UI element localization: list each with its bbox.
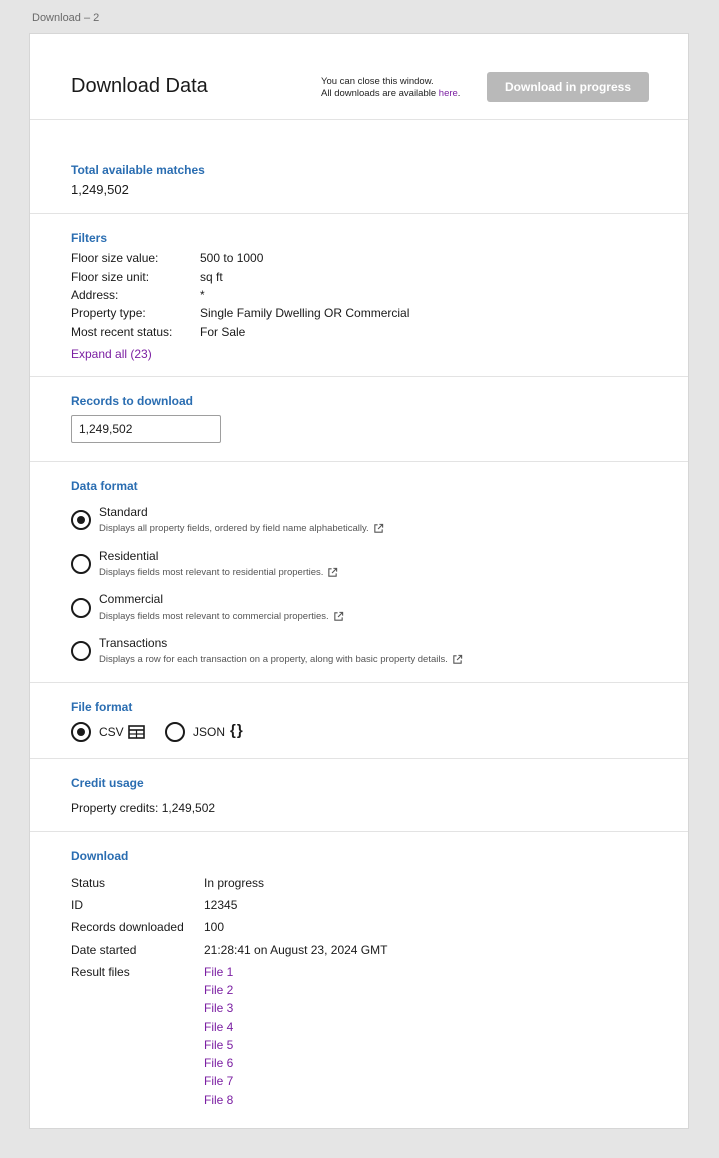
expand-all-link[interactable]: Expand all (23): [71, 347, 152, 361]
credit-title: Credit usage: [71, 776, 144, 790]
id-label: ID: [71, 898, 83, 912]
file-format-section: File format CSV JSON {}: [30, 683, 688, 759]
option-desc-text: Displays fields most relevant to commerc…: [99, 611, 329, 623]
date-started-label: Date started: [71, 943, 137, 957]
radio-transactions[interactable]: [71, 641, 91, 661]
close-note-line1: You can close this window.: [321, 76, 434, 87]
table-icon: [128, 725, 145, 739]
external-link-icon[interactable]: [327, 567, 338, 578]
records-title: Records to download: [71, 394, 194, 408]
filter-label: Address:: [71, 288, 119, 302]
data-format-title: Data format: [71, 479, 138, 493]
file-link[interactable]: File 6: [204, 1056, 233, 1070]
credit-section: Credit usage Property credits: 1,249,502: [30, 759, 688, 832]
id-value: 12345: [204, 898, 238, 912]
close-note-prefix: All downloads are available: [321, 88, 439, 99]
downloads-here-link[interactable]: here: [439, 88, 458, 99]
file-link[interactable]: File 8: [204, 1093, 233, 1107]
status-value: In progress: [204, 876, 265, 890]
external-link-icon[interactable]: [333, 611, 344, 622]
close-note-suffix: .: [457, 88, 461, 99]
header: Download Data You can close this window.…: [30, 34, 688, 120]
filter-value: *: [200, 288, 205, 302]
download-in-progress-button[interactable]: Download in progress: [487, 72, 649, 102]
download-card: Download Data You can close this window.…: [29, 33, 689, 1129]
filters-title: Filters: [71, 231, 108, 245]
option-transactions-label[interactable]: Transactions: [99, 636, 167, 650]
frame-label: Download – 2: [32, 12, 100, 24]
matches-value: 1,249,502: [71, 182, 129, 197]
file-link[interactable]: File 2: [204, 983, 233, 997]
file-link[interactable]: File 1: [204, 965, 233, 979]
file-link[interactable]: File 5: [204, 1038, 233, 1052]
records-input[interactable]: [71, 415, 221, 443]
json-label[interactable]: JSON: [193, 725, 225, 739]
filter-label: Property type:: [71, 306, 146, 320]
download-section: Download Status In progress ID 12345 Rec…: [30, 832, 688, 1122]
external-link-icon[interactable]: [452, 654, 463, 665]
records-downloaded-value: 100: [204, 920, 225, 934]
option-desc-text: Displays fields most relevant to residen…: [99, 567, 324, 579]
matches-title: Total available matches: [71, 163, 205, 177]
credit-text: Property credits: 1,249,502: [71, 801, 216, 815]
external-link-icon[interactable]: [373, 523, 384, 534]
filter-value: sq ft: [200, 270, 223, 284]
data-format-section: Data format Standard Displays all proper…: [30, 462, 688, 683]
records-downloaded-label: Records downloaded: [71, 920, 184, 934]
option-transactions-desc: Displays a row for each transaction on a…: [99, 654, 463, 665]
page-title: Download Data: [71, 75, 208, 97]
records-section: Records to download: [30, 377, 688, 462]
radio-standard[interactable]: [71, 510, 91, 530]
option-standard-label[interactable]: Standard: [99, 505, 148, 519]
braces-icon: {}: [230, 722, 244, 739]
date-started-value: 21:28:41 on August 23, 2024 GMT: [204, 943, 388, 957]
option-desc-text: Displays all property fields, ordered by…: [99, 523, 369, 535]
file-format-title: File format: [71, 700, 133, 714]
radio-commercial[interactable]: [71, 598, 91, 618]
option-standard-desc: Displays all property fields, ordered by…: [99, 523, 384, 534]
close-note: You can close this window. All downloads…: [321, 76, 460, 100]
filter-label: Most recent status:: [71, 325, 173, 339]
close-note-line2: All downloads are available here.: [321, 88, 460, 100]
option-residential-desc: Displays fields most relevant to residen…: [99, 567, 338, 578]
option-desc-text: Displays a row for each transaction on a…: [99, 654, 448, 666]
option-commercial-label[interactable]: Commercial: [99, 592, 163, 606]
file-link[interactable]: File 7: [204, 1074, 233, 1088]
result-files-label: Result files: [71, 965, 130, 979]
csv-label[interactable]: CSV: [99, 725, 124, 739]
option-commercial-desc: Displays fields most relevant to commerc…: [99, 611, 344, 622]
filter-value: Single Family Dwelling OR Commercial: [200, 306, 410, 320]
download-title: Download: [71, 849, 129, 863]
filter-value: For Sale: [200, 325, 246, 339]
file-link[interactable]: File 4: [204, 1020, 233, 1034]
radio-json[interactable]: [165, 722, 185, 742]
file-link[interactable]: File 3: [204, 1001, 233, 1015]
radio-residential[interactable]: [71, 554, 91, 574]
radio-csv[interactable]: [71, 722, 91, 742]
matches-section: Total available matches 1,249,502: [30, 119, 688, 214]
filter-label: Floor size unit:: [71, 270, 150, 284]
filter-value: 500 to 1000: [200, 251, 264, 265]
status-label: Status: [71, 876, 106, 890]
filter-label: Floor size value:: [71, 251, 159, 265]
filters-section: Filters Floor size value: 500 to 1000 Fl…: [30, 214, 688, 377]
option-residential-label[interactable]: Residential: [99, 549, 158, 563]
